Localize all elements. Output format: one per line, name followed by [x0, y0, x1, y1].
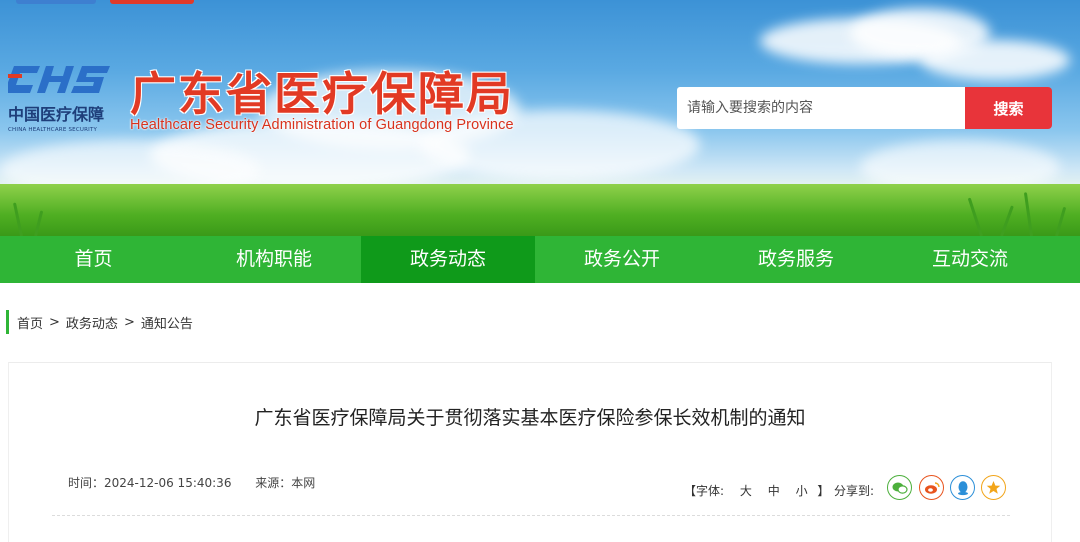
font-size-medium[interactable]: 中	[768, 484, 780, 498]
qq-icon[interactable]	[950, 475, 975, 500]
top-tab-blue[interactable]	[16, 0, 96, 4]
article-time: 时间：2024-12-06 15:40:36	[68, 476, 232, 490]
meta-divider	[52, 515, 1010, 516]
font-size-large[interactable]: 大	[740, 484, 752, 498]
nav-item-public-info[interactable]: 政务公开	[535, 236, 709, 283]
article-title: 广东省医疗保障局关于贯彻落实基本医疗保险参保长效机制的通知	[254, 407, 806, 429]
breadcrumb: 首页 > 政务动态 > 通知公告	[6, 310, 193, 334]
wechat-icon[interactable]	[887, 475, 912, 500]
logo-en-text: CHINA HEALTHCARE SECURITY	[8, 127, 98, 133]
breadcrumb-news[interactable]: 政务动态	[66, 313, 118, 332]
search-button[interactable]: 搜索	[965, 87, 1052, 129]
nav-item-interaction[interactable]: 互动交流	[883, 236, 1057, 283]
breadcrumb-separator: >	[49, 314, 60, 330]
header-banner: 中国医疗保障 CHINA HEALTHCARE SECURITY 广东省医疗保障…	[0, 0, 1080, 236]
share-label: 分享到:	[834, 484, 875, 498]
grass	[0, 184, 1080, 236]
font-size-small[interactable]: 小	[796, 484, 808, 498]
qzone-icon[interactable]	[981, 475, 1006, 500]
font-size-label: 【字体:	[684, 484, 725, 498]
nav-item-home[interactable]: 首页	[0, 236, 187, 283]
logo-cn-text: 中国医疗保障	[8, 105, 105, 124]
chs-logo[interactable]: 中国医疗保障 CHINA HEALTHCARE SECURITY	[8, 64, 118, 133]
site-subtitle: Healthcare Security Administration of Gu…	[130, 117, 514, 133]
nav-item-services[interactable]: 政务服务	[709, 236, 883, 283]
breadcrumb-separator: >	[123, 314, 135, 330]
font-size-close: 】	[817, 484, 830, 498]
site-title: 广东省医疗保障局	[130, 67, 514, 121]
main-nav: 首页 机构职能 政务动态 政务公开 政务服务 互动交流	[0, 236, 1080, 283]
breadcrumb-home[interactable]: 首页	[17, 313, 43, 332]
cloud	[920, 40, 1070, 80]
article-source: 来源：本网	[255, 476, 316, 490]
nav-item-news[interactable]: 政务动态	[361, 236, 535, 283]
search-input[interactable]	[677, 87, 966, 129]
top-tab-red[interactable]	[110, 0, 194, 4]
chs-logo-mark	[8, 66, 110, 93]
font-size-switcher: 【字体: 大 中 小 】	[684, 482, 829, 499]
search-bar: 搜索	[677, 87, 1052, 129]
weibo-icon[interactable]	[919, 475, 944, 500]
article-meta: 时间：2024-12-06 15:40:36 来源：本网	[68, 474, 315, 491]
nav-item-functions[interactable]: 机构职能	[187, 236, 361, 283]
breadcrumb-notices[interactable]: 通知公告	[141, 313, 193, 332]
